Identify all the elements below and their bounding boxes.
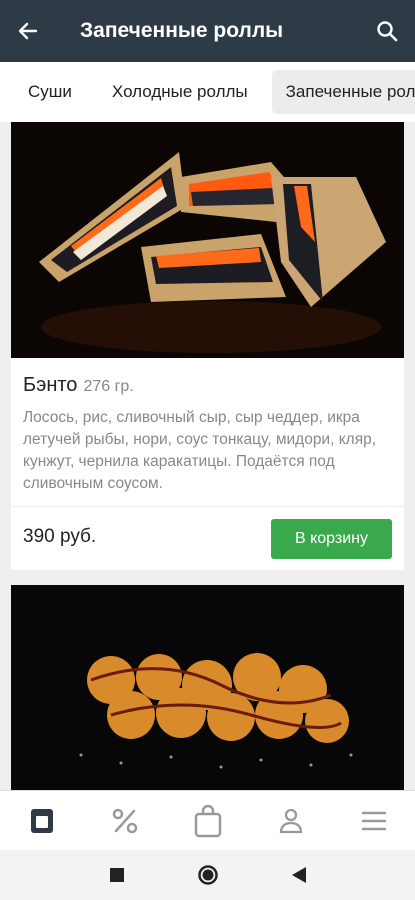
arrow-left-icon xyxy=(18,22,38,40)
page-title: Запеченные роллы xyxy=(80,19,284,42)
more-icon xyxy=(361,811,386,830)
product-description: Лосось, рис, сливочный сыр, сыр чеддер, … xyxy=(23,409,377,492)
back-button[interactable] xyxy=(0,0,56,62)
tab-baked-rolls[interactable]: Запеченные роллы xyxy=(271,70,415,114)
home-icon[interactable] xyxy=(197,864,219,886)
bottom-navigation xyxy=(0,790,415,850)
category-tabs: Суши Холодные роллы Запеченные роллы xyxy=(0,62,415,122)
product-weight: 276 гр. xyxy=(83,378,134,395)
product-name: Бэнто xyxy=(23,374,78,396)
product-photo xyxy=(11,122,404,358)
nav-menu[interactable] xyxy=(0,791,83,850)
product-price: 390 руб. xyxy=(23,526,97,547)
profile-icon xyxy=(279,808,302,833)
search-icon xyxy=(377,21,398,42)
nav-cart[interactable] xyxy=(166,791,249,850)
nav-profile[interactable] xyxy=(249,791,332,850)
back-nav-icon[interactable] xyxy=(291,866,307,884)
system-navigation-bar xyxy=(0,850,415,900)
cart-icon xyxy=(194,804,221,837)
add-to-cart-button[interactable]: В корзину xyxy=(271,519,392,559)
tab-cold-rolls[interactable]: Холодные роллы xyxy=(98,70,262,114)
product-title-row: Бэнто 276 гр. xyxy=(11,358,404,397)
tab-sushi[interactable]: Суши xyxy=(14,70,86,114)
nav-discounts[interactable] xyxy=(83,791,166,850)
divider xyxy=(11,506,404,507)
product-photo xyxy=(11,585,404,790)
menu-icon xyxy=(30,808,53,833)
recents-icon[interactable] xyxy=(109,867,125,883)
product-card[interactable]: Бэнто 276 гр. Лосось, рис, сливочный сыр… xyxy=(11,122,404,570)
app-bar: Запеченные роллы xyxy=(0,0,415,62)
nav-more[interactable] xyxy=(332,791,415,850)
product-card[interactable] xyxy=(11,585,404,790)
search-button[interactable] xyxy=(359,0,415,62)
discount-icon xyxy=(112,808,137,833)
product-feed[interactable]: Бэнто 276 гр. Лосось, рис, сливочный сыр… xyxy=(0,122,415,790)
